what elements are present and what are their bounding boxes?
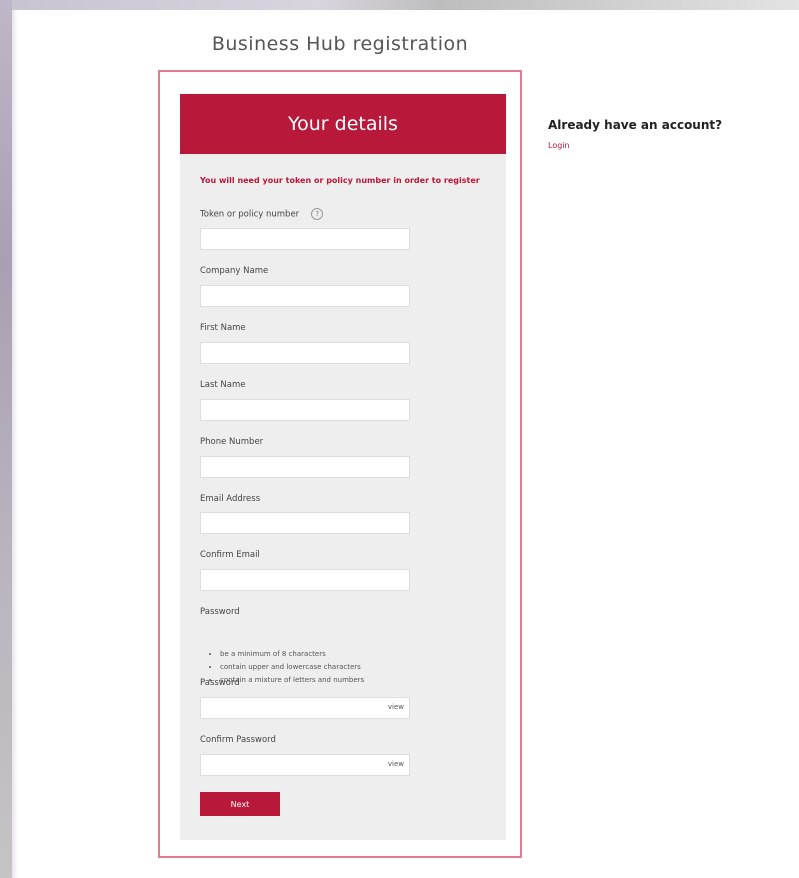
password-field: view xyxy=(200,697,410,719)
password-rule: be a minimum of 8 characters xyxy=(220,648,364,661)
info-icon[interactable]: ? xyxy=(311,208,324,220)
password-section-heading: Password xyxy=(200,607,240,617)
password-view-toggle[interactable]: view xyxy=(388,703,404,711)
confirm-password-input[interactable] xyxy=(200,754,410,776)
phone-number-input[interactable] xyxy=(200,456,410,478)
token-label: Token or policy number xyxy=(200,209,300,220)
password-input[interactable] xyxy=(200,697,410,719)
password-rule: contain a mixture of letters and numbers xyxy=(220,674,364,687)
registration-form: Your details You will need your token or… xyxy=(180,94,506,840)
login-link[interactable]: Login xyxy=(548,141,570,150)
existing-account-panel: Already have an account? Login xyxy=(548,118,722,152)
token-input[interactable] xyxy=(200,228,410,250)
phone-number-label: Phone Number xyxy=(200,437,264,447)
password-label: Password xyxy=(200,678,240,688)
confirm-email-label: Confirm Email xyxy=(200,550,260,560)
next-button[interactable]: Next xyxy=(200,792,280,816)
confirm-password-field: view xyxy=(200,754,410,776)
window-left-edge-shadow xyxy=(12,10,18,878)
form-header: Your details xyxy=(180,94,506,154)
last-name-label: Last Name xyxy=(200,380,246,390)
confirm-password-label: Confirm Password xyxy=(200,735,276,745)
confirm-email-input[interactable] xyxy=(200,569,410,591)
token-notice: You will need your token or policy numbe… xyxy=(200,176,480,185)
email-address-input[interactable] xyxy=(200,512,410,534)
company-name-label: Company Name xyxy=(200,266,269,276)
first-name-label: First Name xyxy=(200,323,246,333)
form-header-title: Your details xyxy=(288,113,398,135)
window-left-edge xyxy=(0,0,12,878)
last-name-input[interactable] xyxy=(200,399,410,421)
window-top-edge xyxy=(0,0,799,10)
page-title: Business Hub registration xyxy=(211,33,469,55)
confirm-password-view-toggle[interactable]: view xyxy=(388,760,404,768)
registration-card: Your details You will need your token or… xyxy=(158,70,522,858)
browser-page: Business Hub registration Your details Y… xyxy=(0,0,799,878)
first-name-input[interactable] xyxy=(200,342,410,364)
password-rule: contain upper and lowercase characters xyxy=(220,661,364,674)
company-name-input[interactable] xyxy=(200,285,410,307)
token-label-row: Token or policy number? xyxy=(200,208,324,220)
existing-account-heading: Already have an account? xyxy=(548,118,723,132)
email-address-label: Email Address xyxy=(200,494,261,504)
